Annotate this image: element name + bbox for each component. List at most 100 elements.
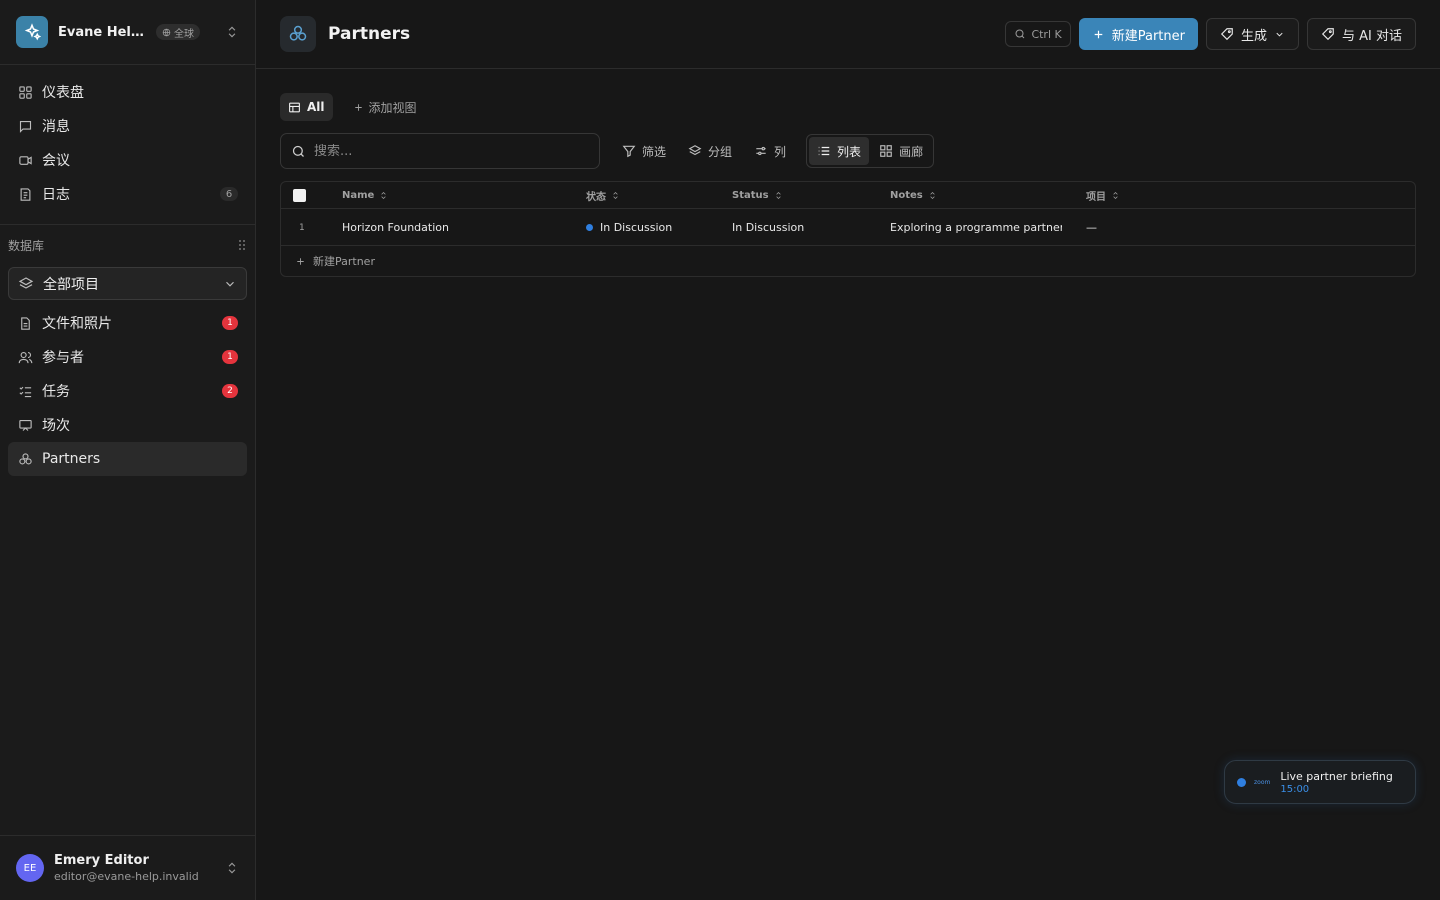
workspace-scope-badge: 全球 (156, 24, 200, 40)
add-row-label: 新建Partner (313, 255, 375, 268)
message-icon (17, 118, 33, 134)
ai-chat-button[interactable]: 与 AI 对话 (1307, 18, 1416, 50)
file-icon (17, 315, 33, 331)
search-box[interactable] (280, 133, 600, 169)
command-search-button[interactable]: Ctrl K (1005, 21, 1071, 47)
database-select[interactable]: 全部项目 (8, 267, 247, 300)
search-icon (1015, 29, 1025, 39)
column-header-state[interactable]: 状态 (586, 188, 620, 203)
globe-icon (162, 28, 171, 36)
generate-button[interactable]: 生成 (1205, 18, 1299, 50)
tab-all[interactable]: All (280, 93, 333, 121)
select-all-checkbox[interactable] (293, 188, 306, 202)
table-header: Name 状态 Status Notes 项目 (281, 182, 1415, 209)
sidebar-item-label: 场次 (42, 418, 70, 434)
sidebar-item-partners[interactable]: Partners (8, 442, 247, 476)
presentation-icon (17, 417, 33, 433)
table-toolbar: 筛选 分组 列 列表 画廊 (280, 133, 935, 169)
database-select-value: 全部项目 (43, 276, 99, 293)
columns-label: 列 (774, 144, 787, 159)
sliders-icon (756, 146, 766, 156)
notification-text: Live partner briefing 15:00 (1280, 770, 1393, 795)
filter-label: 筛选 (642, 144, 667, 159)
search-icon (292, 145, 304, 157)
sidebar-item-participants[interactable]: 参与者 1 (8, 340, 247, 374)
database-list: 文件和照片 1 参与者 1 任务 2 场次 Partners (0, 306, 255, 476)
filter-button[interactable]: 筛选 (622, 143, 666, 160)
search-input[interactable] (314, 143, 574, 159)
workspace-switcher[interactable]: Evane Help ... 全球 (0, 0, 255, 65)
column-header-project[interactable]: 项目 (1086, 188, 1120, 203)
nav-item-logs[interactable]: 日志 6 (8, 177, 247, 211)
zoom-logo: zoom (1254, 778, 1271, 786)
table-icon (289, 102, 300, 112)
column-label: Notes (890, 189, 923, 201)
group-label: 分组 (708, 144, 733, 159)
grid-icon (17, 84, 33, 100)
sort-icon (1113, 191, 1118, 199)
plus-icon (1094, 30, 1103, 38)
shortcut-label: Ctrl K (1031, 27, 1062, 41)
video-icon (17, 152, 33, 168)
table-row[interactable]: 1 Horizon Foundation In Discussion In Di… (281, 209, 1415, 246)
layout-toggle: 列表 画廊 (806, 134, 935, 168)
sidebar-item-files[interactable]: 文件和照片 1 (8, 306, 247, 340)
cell-project[interactable]: — (1086, 209, 1186, 246)
workspace-name: Evane Help ... (58, 24, 150, 40)
column-label: 项目 (1086, 191, 1106, 203)
nav-item-messages[interactable]: 消息 (8, 109, 247, 143)
nav-label: 消息 (42, 119, 70, 135)
cell-state[interactable]: In Discussion (586, 209, 726, 246)
tag-icon (1321, 28, 1334, 41)
row-number: 1 (299, 222, 305, 233)
plus-icon (297, 257, 304, 265)
column-header-notes[interactable]: Notes (890, 190, 937, 201)
columns-button[interactable]: 列 (754, 143, 786, 160)
layers-icon (18, 276, 34, 292)
cell-status[interactable]: In Discussion (732, 209, 882, 246)
notification-badge: 2 (222, 384, 238, 398)
list-view-button[interactable]: 列表 (809, 137, 870, 165)
user-info: Emery Editor editor@evane-help.invalid (54, 853, 199, 883)
sidebar-item-tasks[interactable]: 任务 2 (8, 374, 247, 408)
grid-icon (880, 145, 892, 157)
partners-icon (280, 16, 316, 52)
notification-title: Live partner briefing (1280, 769, 1393, 783)
add-row-button[interactable]: 新建Partner (281, 246, 1415, 276)
chevron-updown-icon[interactable] (225, 25, 239, 39)
list-icon (818, 146, 830, 156)
group-button[interactable]: 分组 (688, 143, 732, 160)
cell-notes[interactable]: Exploring a programme partnership (890, 209, 1062, 246)
database-heading: 数据库 (8, 238, 45, 253)
sidebar-item-label: 任务 (42, 384, 70, 400)
nav-label: 日志 (42, 187, 70, 203)
column-header-name[interactable]: Name (342, 190, 388, 201)
add-view-label: 添加视图 (368, 100, 417, 115)
sidebar-item-sessions[interactable]: 场次 (8, 408, 247, 442)
nav-item-meetings[interactable]: 会议 (8, 143, 247, 177)
user-name: Emery Editor (54, 853, 149, 868)
tag-icon (1220, 28, 1233, 41)
sidebar: Evane Help ... 全球 仪表盘 消息 会议 日志 6 数据库 全部项… (0, 0, 256, 900)
plus-icon (354, 103, 362, 111)
layers-icon (688, 145, 702, 156)
column-header-status[interactable]: Status (732, 190, 783, 201)
sidebar-item-label: Partners (42, 451, 101, 467)
gallery-view-button[interactable]: 画廊 (871, 137, 931, 165)
log-icon (17, 186, 33, 202)
workspace-badge-label: 全球 (174, 28, 194, 40)
nav-item-dashboard[interactable]: 仪表盘 (8, 75, 247, 109)
add-view-button[interactable]: 添加视图 (347, 99, 423, 116)
chevron-down-icon (1276, 32, 1283, 37)
drag-handle-icon[interactable] (237, 239, 247, 251)
cell-name[interactable]: Horizon Foundation (342, 209, 572, 246)
new-partner-button[interactable]: 新建Partner (1078, 18, 1198, 50)
gallery-view-label: 画廊 (899, 144, 924, 159)
chevron-updown-icon[interactable] (225, 861, 239, 875)
sort-icon (381, 191, 386, 199)
users-icon (17, 349, 33, 365)
column-label: 状态 (586, 191, 606, 203)
meeting-notification[interactable]: zoom Live partner briefing 15:00 (1224, 760, 1416, 804)
log-count-badge: 6 (220, 187, 238, 201)
user-menu[interactable]: EE Emery Editor editor@evane-help.invali… (0, 835, 255, 900)
